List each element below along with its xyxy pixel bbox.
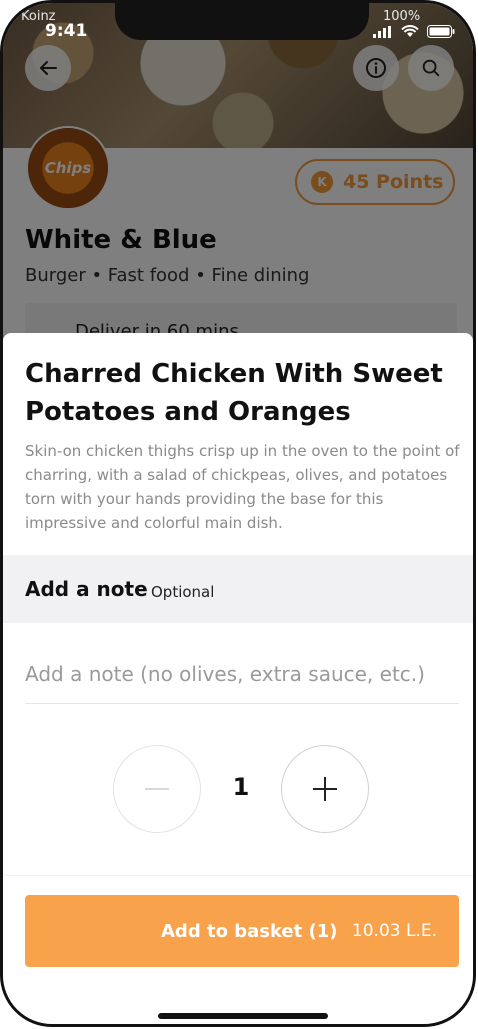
dish-description: Skin-on chicken thighs crisp up in the o… (25, 442, 460, 532)
wifi-icon (401, 25, 419, 37)
add-to-basket-label: Add to basket (1) (161, 920, 338, 942)
quantity-value: 1 (232, 773, 250, 801)
note-optional-label: Optional (151, 583, 215, 601)
dish-bottom-sheet: Charred Chicken With Sweet Potatoes and … (3, 333, 473, 1024)
status-time: 9:41 (45, 21, 88, 41)
battery-percent: 100% (383, 9, 421, 24)
home-indicator[interactable] (158, 1013, 328, 1019)
increase-quantity-button[interactable] (281, 745, 369, 833)
dish-title: Charred Chicken With Sweet Potatoes and … (25, 359, 443, 427)
basket-price: 10.03 L.E. (351, 921, 437, 941)
note-title: Add a note (25, 577, 148, 601)
add-to-basket-button[interactable]: Add to basket (1) 10.03 L.E. (25, 895, 459, 967)
decrease-quantity-button[interactable] (113, 745, 201, 833)
signal-icon (373, 25, 391, 38)
phone-frame: Koinz 9:41 100% Chips K 45 Points White … (0, 0, 476, 1027)
note-input[interactable] (25, 645, 459, 704)
system-icons (373, 25, 455, 38)
plus-icon (313, 777, 337, 801)
note-section-header: Add a note Optional (3, 555, 473, 623)
divider (3, 875, 473, 876)
battery-icon (427, 25, 455, 38)
minus-icon (145, 788, 169, 790)
device-notch (115, 3, 369, 40)
